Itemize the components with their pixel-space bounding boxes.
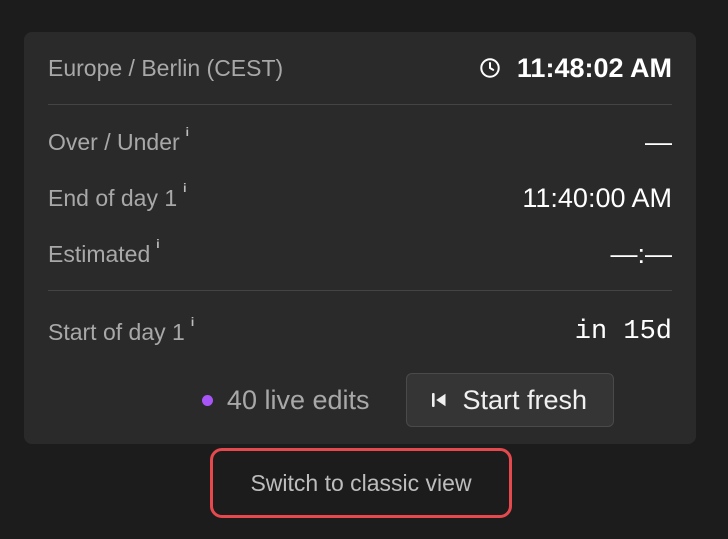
estimated-row: Estimated i —:—: [48, 234, 672, 274]
live-edits-text: 40 live edits: [226, 384, 370, 415]
start-of-day-info-icon[interactable]: i: [191, 315, 194, 329]
estimated-info-icon[interactable]: i: [156, 237, 159, 251]
current-time: 11:48:02 AM: [516, 52, 672, 83]
over-under-label: Over / Under: [48, 128, 180, 155]
timezone-label: Europe / Berlin (CEST): [48, 54, 284, 81]
page: Europe / Berlin (CEST) 11:48:02 AM Over …: [0, 0, 728, 539]
skip-back-icon: [431, 393, 446, 407]
start-of-day-value: in 15d: [574, 317, 672, 347]
timezone-row: Europe / Berlin (CEST) 11:48:02 AM: [48, 48, 672, 88]
over-under-info-icon[interactable]: i: [186, 125, 189, 139]
end-of-day-value: 11:40:00 AM: [522, 182, 672, 213]
start-fresh-label: Start fresh: [462, 384, 588, 415]
switch-to-classic-view-label: Switch to classic view: [250, 469, 472, 496]
end-of-day-label-group: End of day 1 i: [48, 181, 187, 212]
time-card: Europe / Berlin (CEST) 11:48:02 AM Over …: [24, 32, 696, 444]
estimated-label: Estimated: [48, 240, 151, 267]
card-actions: 40 live edits Start fresh: [24, 372, 696, 428]
end-of-day-row: End of day 1 i 11:40:00 AM: [48, 178, 672, 218]
live-edits-indicator: 40 live edits: [201, 384, 370, 416]
estimated-value: —:—: [610, 238, 672, 269]
over-under-value: —: [645, 126, 672, 157]
switch-to-classic-view-button[interactable]: Switch to classic view: [210, 448, 512, 518]
divider-middle: [48, 290, 672, 291]
end-of-day-label: End of day 1: [48, 184, 178, 211]
start-fresh-button[interactable]: Start fresh: [405, 373, 615, 427]
clock-icon: [480, 58, 500, 78]
over-under-label-group: Over / Under i: [48, 125, 189, 156]
start-of-day-label-group: Start of day 1 i: [48, 315, 194, 346]
estimated-label-group: Estimated i: [48, 237, 160, 268]
divider-top: [48, 104, 672, 105]
start-of-day-label: Start of day 1: [48, 318, 185, 345]
live-status-dot-icon: [201, 394, 213, 406]
current-time-group: 11:48:02 AM: [479, 53, 672, 84]
over-under-row: Over / Under i —: [48, 122, 672, 162]
end-of-day-info-icon[interactable]: i: [183, 181, 186, 195]
start-of-day-row: Start of day 1 i in 15d: [48, 312, 672, 352]
